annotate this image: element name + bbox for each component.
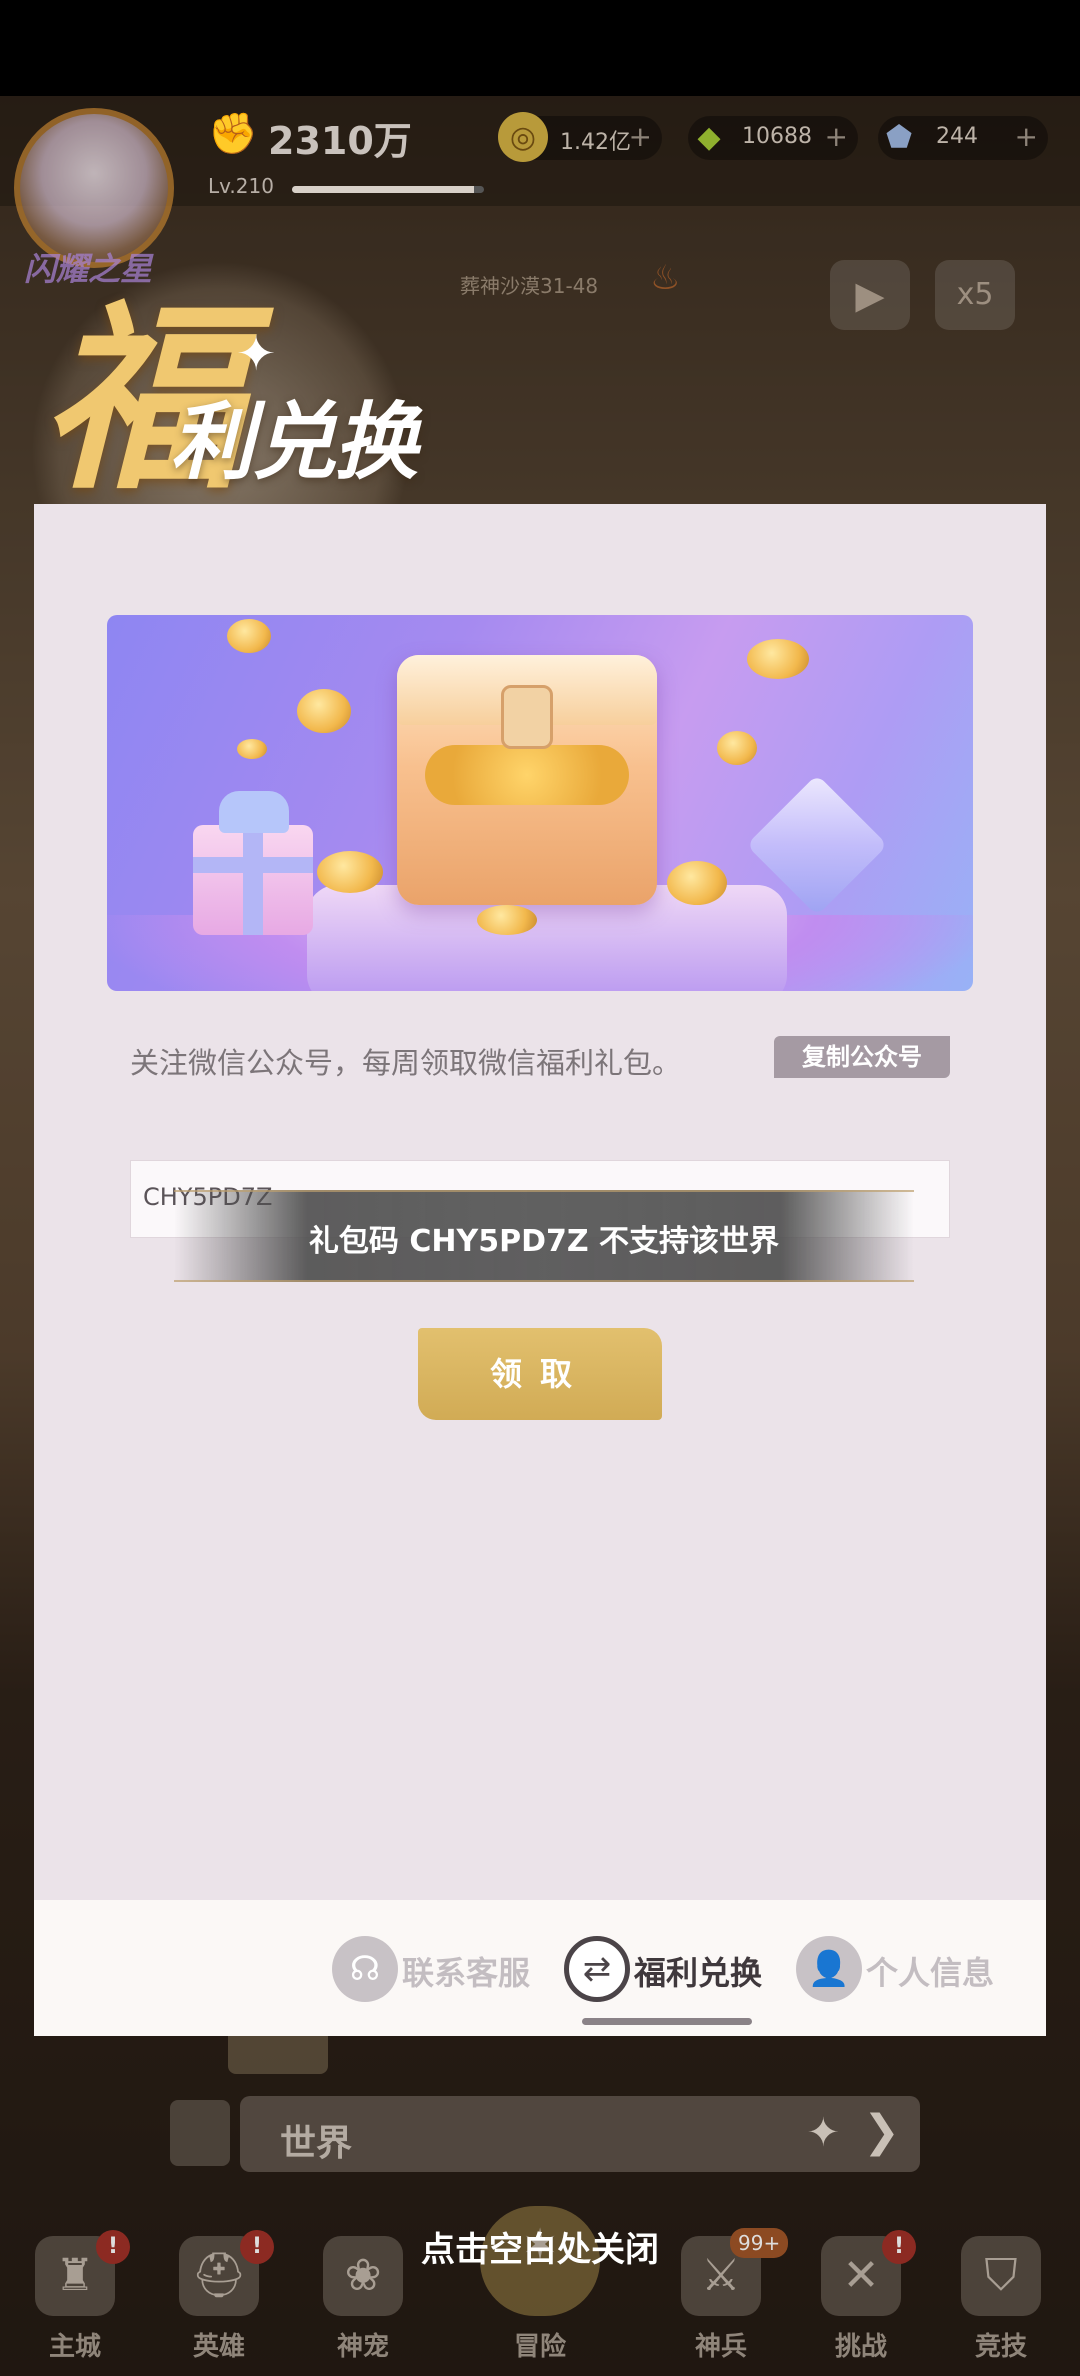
resource-value: 244: [936, 124, 978, 149]
resource-gem[interactable]: ◆ 10688 +: [688, 116, 858, 160]
nav-label: 英雄: [192, 2332, 245, 2362]
sparkle-icon: ✦: [236, 326, 277, 382]
plus-icon[interactable]: +: [825, 120, 848, 153]
exchange-icon: ⇄: [564, 1936, 630, 2002]
status-bar: [0, 0, 1080, 96]
copy-account-button[interactable]: 复制公众号: [774, 1036, 950, 1078]
treasure-banner: [107, 615, 973, 991]
speed-button[interactable]: x5: [935, 260, 1015, 330]
power-value: 2310万: [268, 119, 412, 163]
headset-icon: ☊: [332, 1936, 398, 2002]
level-progress-bar: [292, 186, 484, 193]
coin-icon: [237, 739, 267, 759]
coin-icon: [317, 851, 383, 893]
resource-gold[interactable]: ◎ 1.42亿 +: [498, 112, 662, 162]
resource-value: 1.42亿: [560, 130, 631, 155]
follow-wechat-text: 关注微信公众号，每周领取微信福利礼包。: [130, 1046, 682, 1080]
plus-icon[interactable]: +: [1015, 120, 1038, 153]
chat-channel: 世界: [280, 2123, 353, 2164]
coin-icon: [717, 731, 757, 765]
sparkle-icon: ✦: [806, 2110, 840, 2156]
level-progress-fill: [292, 186, 475, 193]
treasure-chest-icon: [397, 655, 657, 905]
resource-crystal[interactable]: ⬟ 244 +: [878, 116, 1048, 160]
tab-label: 福利兑换: [634, 1954, 763, 1992]
tab-label: 联系客服: [402, 1954, 531, 1992]
active-tab-indicator: [582, 2018, 752, 2025]
modal-tab-bar: ☊ 联系客服 ⇄ 福利兑换 👤 个人信息: [34, 1900, 1046, 2036]
plus-icon[interactable]: +: [629, 120, 652, 153]
nav-label: 神兵: [694, 2332, 747, 2362]
nav-label: 神宠: [336, 2332, 389, 2362]
claim-button[interactable]: 领取: [418, 1328, 662, 1420]
nav-label: 主城: [48, 2332, 101, 2362]
nav-label: 竞技: [974, 2332, 1027, 2362]
level-label: Lv.210: [208, 174, 274, 198]
tab-label: 个人信息: [866, 1954, 995, 1992]
close-hint[interactable]: 点击空白处关闭: [0, 2222, 1080, 2271]
blue-crystal-icon: ⬟: [885, 119, 913, 155]
error-toast: 礼包码 CHY5PD7Z 不支持该世界: [174, 1190, 914, 1282]
play-icon[interactable]: ▶: [830, 260, 910, 330]
coin-icon: [227, 619, 271, 653]
toast-message: 礼包码 CHY5PD7Z 不支持该世界: [308, 1224, 780, 1259]
fist-icon: ✊: [208, 111, 258, 157]
nav-label: 冒险: [513, 2332, 566, 2362]
resource-value: 10688: [742, 124, 812, 149]
flame-icon: ♨: [650, 258, 681, 298]
coin-icon: [747, 639, 809, 679]
nav-label: 挑战: [834, 2332, 887, 2362]
coin-icon: [667, 861, 727, 905]
header-title-rest: 利兑换: [170, 392, 418, 491]
chevron-right-icon[interactable]: ❯: [863, 2106, 900, 2157]
coin-icon: [297, 689, 351, 733]
green-gem-icon: ◆: [697, 119, 721, 155]
welfare-exchange-modal: 关注微信公众号，每周领取微信福利礼包。 复制公众号 CHY5PD7Z 礼包码 C…: [34, 504, 1046, 2036]
chat-bar[interactable]: 世界 ✦ ❯: [240, 2096, 920, 2172]
gift-box-icon: [193, 791, 313, 935]
gold-coin-icon: ◎: [498, 112, 548, 162]
person-icon: 👤: [796, 1936, 862, 2002]
chat-expand-button[interactable]: [170, 2100, 230, 2166]
stage-label: 葬神沙漠31-48: [460, 274, 599, 298]
coin-icon: [477, 905, 537, 935]
